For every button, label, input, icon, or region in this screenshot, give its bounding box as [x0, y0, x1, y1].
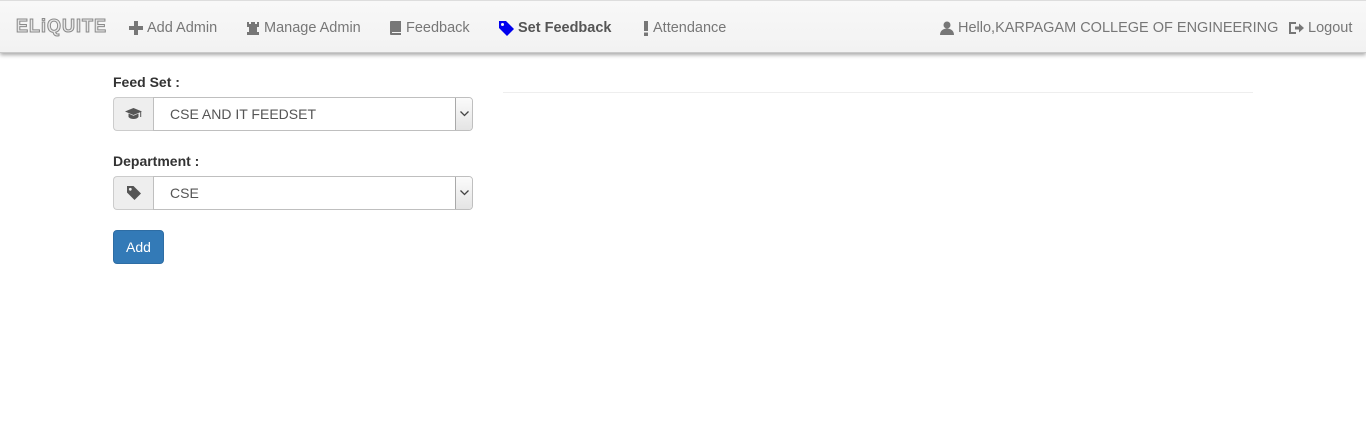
department-label: Department :: [113, 153, 200, 169]
nav-user-greeting[interactable]: Hello,KARPAGAM COLLEGE OF ENGINEERING: [940, 18, 1278, 38]
nav-add-admin-label: Add Admin: [147, 20, 218, 36]
brand-logo[interactable]: ELiQUITE: [15, 16, 107, 37]
graduation-cap-icon: [125, 108, 142, 119]
user-icon: [940, 21, 954, 35]
department-select-value: CSE: [170, 185, 199, 201]
feedset-select[interactable]: CSE AND IT FEEDSET: [153, 97, 473, 131]
department-select[interactable]: CSE: [153, 176, 473, 210]
nav-manage-admin[interactable]: Manage Admin: [246, 18, 361, 38]
nav-feedback[interactable]: Feedback: [389, 18, 470, 38]
department-addon: [113, 176, 153, 210]
nav-add-admin[interactable]: Add Admin: [129, 18, 217, 38]
feedset-input-group: CSE AND IT FEEDSET: [113, 97, 473, 131]
main-content: Feed Set : CSE AND IT FEEDSET Department…: [0, 53, 1366, 440]
tag-icon: [499, 20, 514, 36]
logout-link[interactable]: Logout: [1289, 18, 1352, 38]
divider: [503, 92, 1253, 93]
tag-icon: [126, 186, 141, 200]
chevron-down-icon: [459, 190, 469, 196]
user-greeting-label: Hello,KARPAGAM COLLEGE OF ENGINEERING: [958, 20, 1279, 36]
department-dropdown-arrow[interactable]: [455, 177, 472, 209]
tower-icon: [247, 22, 259, 35]
exclamation-icon: [644, 20, 648, 36]
chevron-down-icon: [459, 111, 469, 117]
nav-attendance[interactable]: Attendance: [643, 18, 726, 38]
navbar: ELiQUITE Add Admin Manage Admin Feedback…: [0, 0, 1366, 53]
logout-icon: [1289, 22, 1304, 34]
add-button[interactable]: Add: [113, 230, 164, 264]
department-input-group: CSE: [113, 176, 473, 210]
feedset-label: Feed Set :: [113, 74, 180, 90]
book-icon: [390, 21, 401, 35]
nav-set-feedback[interactable]: Set Feedback: [499, 18, 612, 38]
nav-attendance-label: Attendance: [653, 20, 727, 36]
nav-feedback-label: Feedback: [406, 20, 470, 36]
logout-label: Logout: [1308, 20, 1353, 36]
plus-icon: [129, 21, 143, 35]
nav-set-feedback-label: Set Feedback: [518, 20, 612, 36]
feedset-select-value: CSE AND IT FEEDSET: [170, 106, 316, 122]
feedset-dropdown-arrow[interactable]: [455, 98, 472, 130]
nav-manage-admin-label: Manage Admin: [264, 20, 361, 36]
feedset-addon: [113, 97, 153, 131]
